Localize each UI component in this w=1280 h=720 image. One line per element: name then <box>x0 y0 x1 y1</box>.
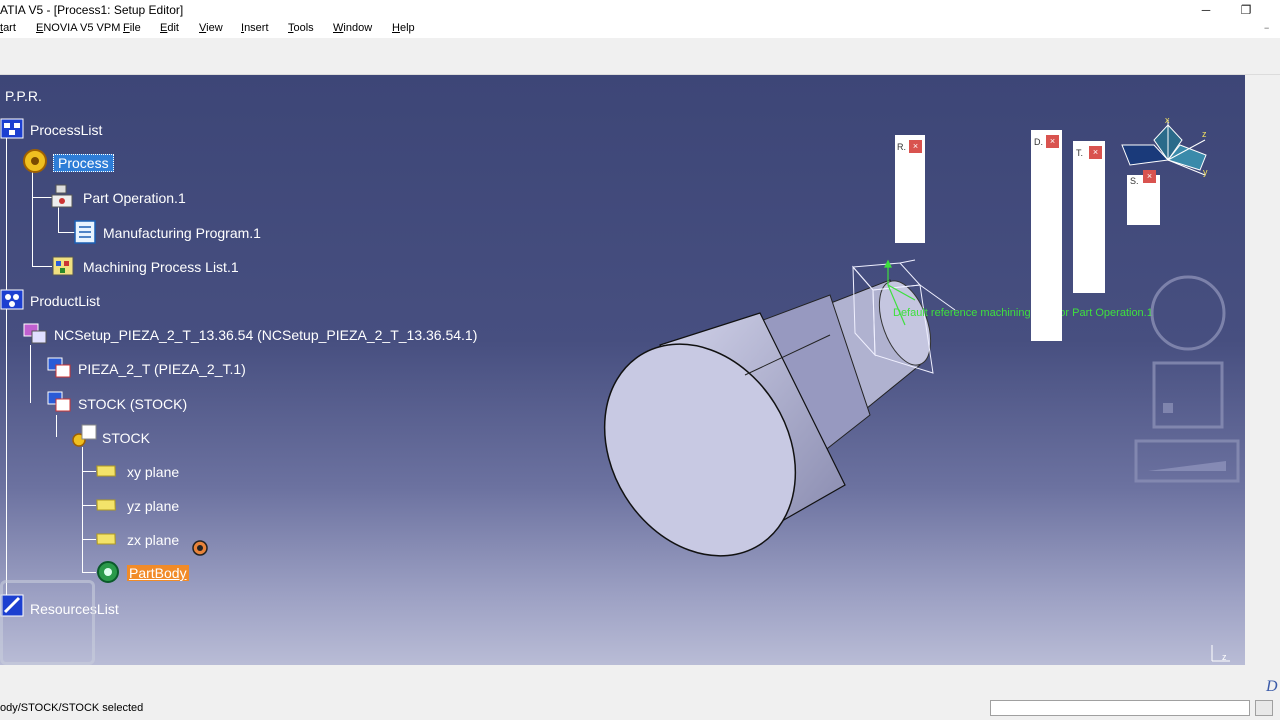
tree-item-stock-part[interactable]: STOCK <box>102 430 150 446</box>
menu-window[interactable]: Window <box>333 22 372 34</box>
menu-help[interactable]: Help <box>392 22 415 34</box>
ncsetup-icon[interactable] <box>22 321 50 347</box>
hud-panel-r-close-icon[interactable]: × <box>909 140 922 153</box>
part-operation-icon[interactable] <box>48 183 76 211</box>
menu-tools[interactable]: Tools <box>288 22 314 34</box>
tree-line <box>30 345 31 403</box>
status-message: ody/STOCK/STOCK selected <box>0 702 144 714</box>
product-list-icon[interactable] <box>0 288 26 312</box>
rotate-dial-icon <box>1150 275 1226 351</box>
hud-panel-d[interactable]: D. × <box>1031 130 1062 341</box>
menu-close-icon[interactable]: − <box>1264 23 1269 33</box>
view-controls <box>1134 275 1240 483</box>
cursor-busy-icon <box>192 540 208 556</box>
hud-panel-t-close-icon[interactable]: × <box>1089 146 1102 159</box>
hud-panel-s[interactable]: S. × <box>1127 170 1160 225</box>
tree-item-process[interactable]: Process <box>53 154 114 172</box>
tree-item-product-list[interactable]: ProductList <box>30 293 100 309</box>
tree-item-process-list[interactable]: ProcessList <box>30 122 102 138</box>
mini-axis-z-label: z <box>1222 652 1227 662</box>
hud-panel-s-close-icon[interactable]: × <box>1143 170 1156 183</box>
machining-process-list-icon[interactable] <box>50 253 76 279</box>
tree-line <box>56 415 57 437</box>
zoom-slider-icon <box>1134 439 1240 483</box>
tree-line <box>82 447 83 573</box>
menu-bar: tart ENOVIA V5 VPM File Edit View Insert… <box>0 20 1280 38</box>
compass-z-label: z <box>1202 129 1207 139</box>
tree-line <box>82 471 96 472</box>
tree-item-stock-product[interactable]: STOCK (STOCK) <box>78 396 187 412</box>
stock-product-icon[interactable] <box>46 389 74 415</box>
hud-panel-r-label: R. <box>897 142 906 152</box>
hud-panel-r[interactable]: R. × <box>895 135 925 243</box>
right-toolbar-area <box>1245 75 1280 665</box>
toolbar-area <box>0 38 1280 75</box>
tree-item-part-operation[interactable]: Part Operation.1 <box>83 190 186 206</box>
command-input[interactable] <box>990 700 1250 716</box>
hud-panel-d-label: D. <box>1034 137 1043 147</box>
machining-axis-label: Default reference machining axis for Par… <box>893 307 1153 319</box>
process-list-icon[interactable] <box>0 117 26 141</box>
menu-edit[interactable]: Edit <box>160 22 179 34</box>
mini-axis-icon: z <box>1211 645 1230 662</box>
plane-icon[interactable] <box>96 531 122 547</box>
pieza-product-icon[interactable] <box>46 355 74 381</box>
menu-view[interactable]: View <box>199 22 223 34</box>
menu-enovia[interactable]: ENOVIA V5 VPM <box>36 22 120 34</box>
svg-text:D: D <box>1265 678 1278 695</box>
tree-line <box>6 131 7 601</box>
window-title: ATIA V5 - [Process1: Setup Editor] <box>0 3 184 17</box>
view-cube-icon <box>1152 361 1224 429</box>
tree-item-manufacturing-program[interactable]: Manufacturing Program.1 <box>103 225 261 241</box>
plane-icon[interactable] <box>96 497 122 513</box>
plane-icon[interactable] <box>96 463 122 479</box>
tree-overview-panel <box>0 580 95 665</box>
tree-line <box>82 505 96 506</box>
restore-button[interactable]: ❐ <box>1226 0 1266 20</box>
stock-part-icon[interactable] <box>70 423 100 449</box>
command-options-button[interactable] <box>1255 700 1273 716</box>
menu-insert[interactable]: Insert <box>241 22 269 34</box>
hud-panel-d-close-icon[interactable]: × <box>1046 135 1059 148</box>
hud-panel-t-label: T. <box>1076 148 1084 158</box>
tree-item-pieza[interactable]: PIEZA_2_T (PIEZA_2_T.1) <box>78 361 246 377</box>
menu-file[interactable]: File <box>123 22 141 34</box>
tree-item-machining-process-list[interactable]: Machining Process List.1 <box>83 259 239 275</box>
manufacturing-program-icon[interactable] <box>72 219 98 245</box>
catia-window: ATIA V5 - [Process1: Setup Editor] ─ ❐ t… <box>0 0 1280 720</box>
hud-panel-s-label: S. <box>1130 176 1139 186</box>
tree-line <box>32 266 52 267</box>
ds-logo-icon: D <box>1265 678 1278 695</box>
tree-item-zx-plane[interactable]: zx plane <box>127 532 179 548</box>
tree-line <box>82 539 96 540</box>
title-bar: ATIA V5 - [Process1: Setup Editor] ─ ❐ <box>0 0 1280 20</box>
part-body-icon[interactable] <box>94 559 122 585</box>
process-icon[interactable] <box>20 148 50 174</box>
compass-x-label: x <box>1165 115 1170 125</box>
tree-item-xy-plane[interactable]: xy plane <box>127 464 179 480</box>
status-bar: ody/STOCK/STOCK selected D <box>0 665 1280 720</box>
menu-start[interactable]: tart <box>0 22 16 34</box>
hud-panel-t[interactable]: T. × <box>1073 141 1105 293</box>
tree-item-part-body[interactable]: PartBody <box>127 565 189 581</box>
tree-item-yz-plane[interactable]: yz plane <box>127 498 179 514</box>
tree-line <box>32 171 33 267</box>
compass-y-label: y <box>1203 167 1208 177</box>
3d-viewport[interactable]: P.P.R. ProcessList Process Part Operatio… <box>0 75 1245 665</box>
tree-item-ncsetup[interactable]: NCSetup_PIEZA_2_T_13.36.54 (NCSetup_PIEZ… <box>54 327 477 343</box>
tree-root-label[interactable]: P.P.R. <box>5 88 42 104</box>
minimize-button[interactable]: ─ <box>1186 0 1226 20</box>
